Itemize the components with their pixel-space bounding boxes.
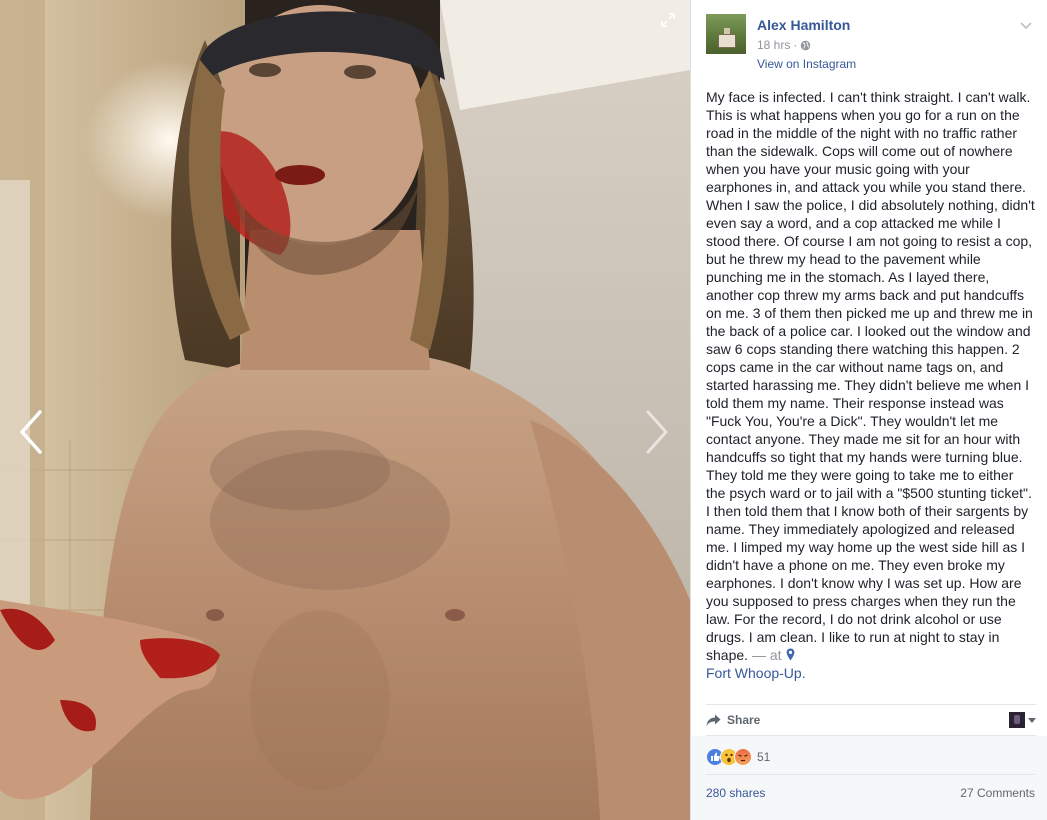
post-timestamp[interactable]: 18 hrs [757, 38, 790, 52]
location-link[interactable]: Fort Whoop-Up. [706, 665, 806, 681]
comments-link[interactable]: 27 Comments [960, 786, 1035, 800]
meta-separator: · [793, 38, 798, 52]
globe-icon[interactable] [800, 40, 811, 51]
chevron-down-icon[interactable] [1019, 18, 1033, 32]
post-as-selector[interactable] [1009, 712, 1036, 728]
share-label: Share [727, 713, 761, 727]
location-pin-icon [787, 648, 795, 661]
stats-divider [706, 774, 1036, 775]
post-stats: 51 280 shares 27 Comments [691, 736, 1047, 820]
expand-icon[interactable] [660, 12, 676, 28]
post-body-text: My face is infected. I can't think strai… [706, 89, 1035, 663]
at-label: — at [751, 647, 782, 663]
post-text: My face is infected. I can't think strai… [706, 88, 1036, 682]
reaction-count: 51 [757, 750, 771, 764]
angry-reaction-icon [734, 748, 752, 766]
post-meta: 18 hrs · [757, 38, 811, 52]
share-button[interactable]: Share [706, 713, 760, 727]
chevron-right-icon [646, 410, 668, 454]
post-header: Alex Hamilton 18 hrs · View on Instagram [706, 14, 1035, 74]
post-photo [0, 0, 690, 820]
view-on-instagram-link[interactable]: View on Instagram [757, 57, 856, 71]
author-name[interactable]: Alex Hamilton [757, 17, 850, 33]
caret-down-icon [1028, 717, 1036, 723]
next-photo-button[interactable] [642, 408, 672, 456]
reactions-summary[interactable]: 51 [706, 748, 770, 766]
avatar[interactable] [706, 14, 746, 54]
post-details-panel: Alex Hamilton 18 hrs · View on Instagram… [690, 0, 1047, 820]
previous-photo-button[interactable] [16, 408, 46, 456]
post-as-avatar [1009, 712, 1025, 728]
photo-viewer [0, 0, 690, 820]
post-action-bar: Share [706, 704, 1036, 736]
shares-link[interactable]: 280 shares [706, 786, 765, 800]
share-icon [706, 714, 721, 726]
chevron-left-icon [20, 410, 42, 454]
